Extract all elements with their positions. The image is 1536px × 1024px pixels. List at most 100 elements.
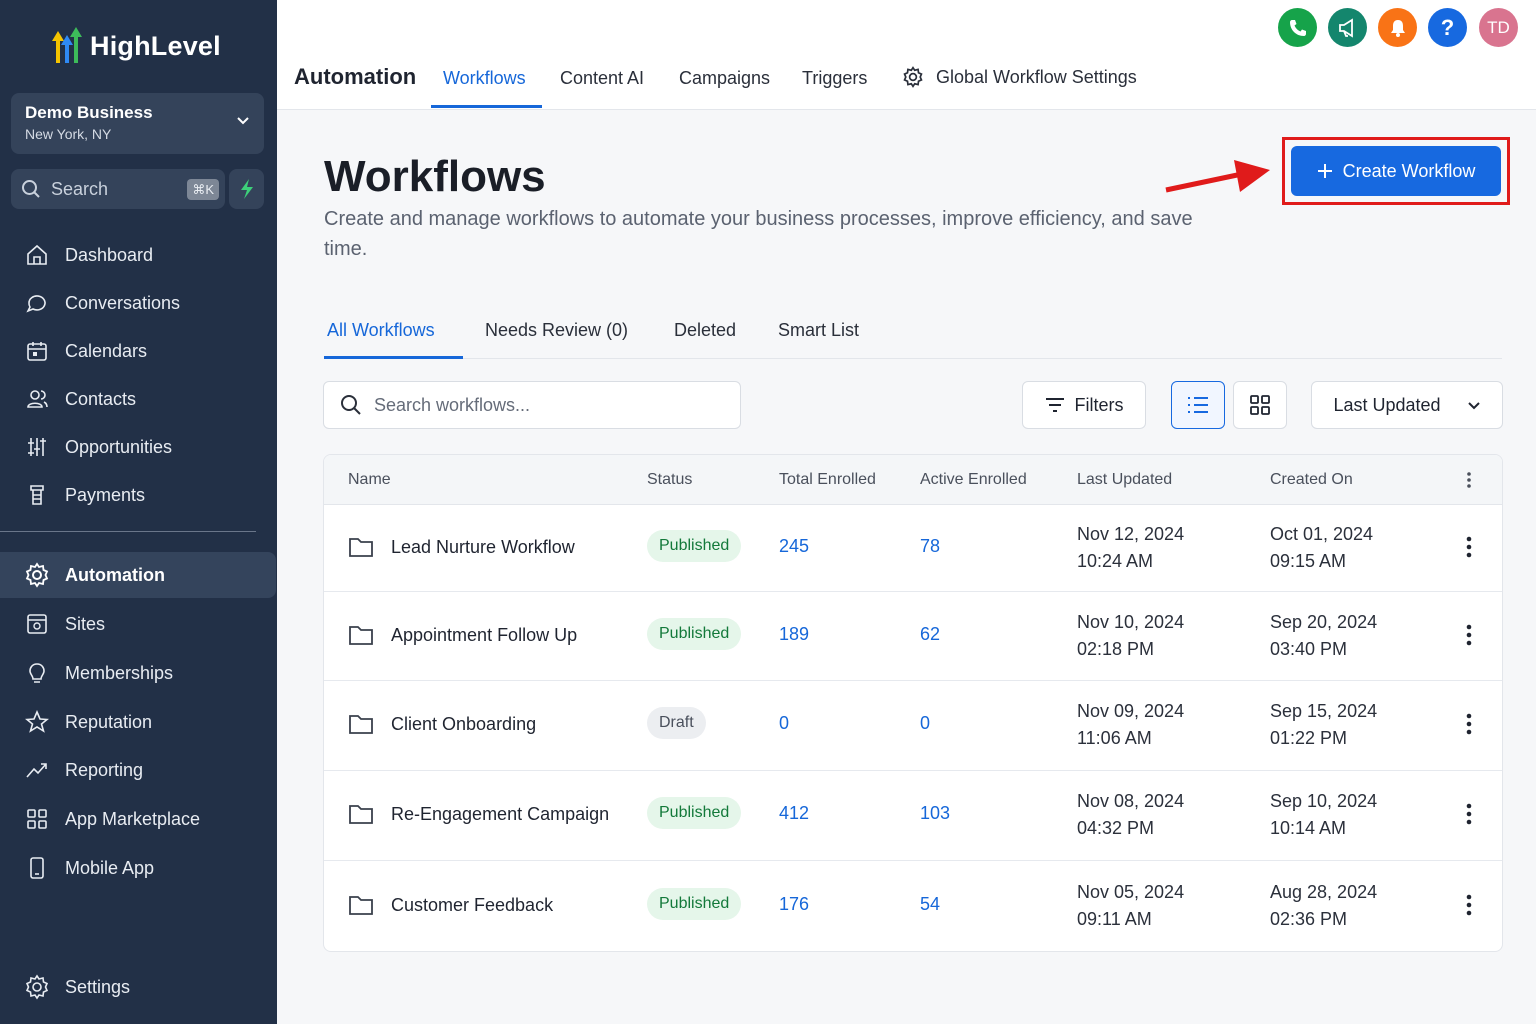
- column-options-icon[interactable]: [1466, 471, 1472, 489]
- sidebar-item-contacts[interactable]: Contacts: [0, 376, 277, 422]
- workflow-name-cell[interactable]: Re-Engagement Campaign: [348, 803, 609, 825]
- phone-icon: [24, 855, 50, 881]
- sidebar-item-opportunities[interactable]: Opportunities: [0, 424, 277, 470]
- calendar-icon: [24, 338, 50, 364]
- sidebar-item-reputation[interactable]: Reputation: [0, 699, 277, 745]
- sidebar-item-label: Automation: [65, 564, 165, 585]
- column-header-active-enrolled[interactable]: Active Enrolled: [920, 471, 1027, 489]
- active-enrolled[interactable]: 103: [920, 803, 950, 824]
- subtabs-divider: [324, 358, 1502, 359]
- workflow-search-input[interactable]: Search workflows...: [323, 381, 741, 429]
- active-enrolled[interactable]: 62: [920, 624, 940, 645]
- help-button[interactable]: ?: [1428, 8, 1467, 47]
- tab-deleted[interactable]: Deleted: [674, 320, 736, 341]
- tab-campaigns[interactable]: Campaigns: [679, 68, 770, 89]
- list-view-button[interactable]: [1171, 381, 1225, 429]
- notifications-button[interactable]: [1378, 8, 1417, 47]
- last-updated-time: 02:18 PM: [1077, 639, 1155, 659]
- total-enrolled[interactable]: 245: [779, 536, 809, 557]
- total-enrolled[interactable]: 176: [779, 894, 809, 915]
- sidebar-item-calendars[interactable]: Calendars: [0, 328, 277, 374]
- sidebar-item-reporting[interactable]: Reporting: [0, 747, 277, 793]
- tab-all-workflows[interactable]: All Workflows: [327, 320, 435, 341]
- created-on-cell: Sep 15, 2024 01:22 PM: [1270, 698, 1377, 752]
- sidebar-item-mobile-app[interactable]: Mobile App: [0, 845, 277, 891]
- total-enrolled[interactable]: 189: [779, 624, 809, 645]
- logo-arrows-icon: [52, 27, 82, 63]
- quick-actions-button[interactable]: [229, 169, 264, 209]
- active-enrolled[interactable]: 54: [920, 894, 940, 915]
- last-updated-time: 11:06 AM: [1077, 728, 1152, 748]
- workflow-name-cell[interactable]: Customer Feedback: [348, 894, 553, 916]
- row-actions-icon[interactable]: [1466, 624, 1472, 646]
- sidebar-item-sites[interactable]: Sites: [0, 601, 277, 647]
- tab-global-workflow-settings[interactable]: Global Workflow Settings: [902, 66, 1137, 88]
- row-actions-icon[interactable]: [1466, 894, 1472, 916]
- tab-content-ai[interactable]: Content AI: [560, 68, 644, 89]
- page-title: Workflows: [324, 152, 546, 201]
- active-enrolled[interactable]: 0: [920, 713, 930, 734]
- created-on-cell: Sep 20, 2024 03:40 PM: [1270, 609, 1377, 663]
- workflow-name-cell[interactable]: Lead Nurture Workflow: [348, 536, 575, 558]
- filters-button[interactable]: Filters: [1022, 381, 1146, 429]
- workflow-name-cell[interactable]: Client Onboarding: [348, 713, 536, 735]
- create-workflow-button[interactable]: Create Workflow: [1291, 146, 1501, 196]
- row-actions-icon[interactable]: [1466, 713, 1472, 735]
- business-name: Demo Business: [25, 103, 153, 122]
- chevron-down-icon: [1467, 402, 1480, 410]
- sort-dropdown[interactable]: Last Updated: [1311, 381, 1503, 429]
- sidebar-item-dashboard[interactable]: Dashboard: [0, 232, 277, 278]
- bell-icon: [1390, 19, 1405, 37]
- grid-view-button[interactable]: [1233, 381, 1287, 429]
- created-on-time: 09:15 AM: [1270, 551, 1347, 571]
- last-updated-cell: Nov 09, 2024 11:06 AM: [1077, 698, 1184, 752]
- column-header-status[interactable]: Status: [647, 471, 692, 489]
- grid-icon: [1250, 395, 1270, 415]
- table-row[interactable]: Appointment Follow Up Published 189 62 N…: [324, 592, 1502, 681]
- sidebar-item-settings[interactable]: Settings: [0, 964, 277, 1010]
- user-avatar[interactable]: TD: [1479, 8, 1518, 47]
- tab-triggers[interactable]: Triggers: [802, 68, 867, 89]
- row-actions-icon[interactable]: [1466, 803, 1472, 825]
- settings-gear-icon: [24, 974, 50, 1000]
- sidebar-item-label: Calendars: [65, 340, 148, 361]
- created-on-date: Sep 15, 2024: [1270, 701, 1378, 721]
- table-row[interactable]: Re-Engagement Campaign Published 412 103…: [324, 771, 1502, 861]
- sidebar-item-automation[interactable]: Automation: [0, 552, 276, 598]
- megaphone-icon: [1338, 17, 1353, 38]
- created-on-date: Aug 28, 2024: [1270, 882, 1378, 902]
- column-header-name[interactable]: Name: [348, 471, 391, 489]
- status-badge: Published: [647, 530, 742, 562]
- column-header-created-on[interactable]: Created On: [1270, 471, 1353, 489]
- sidebar-item-memberships[interactable]: Memberships: [0, 650, 277, 696]
- created-on-time: 03:40 PM: [1270, 639, 1348, 659]
- sidebar-item-label: Contacts: [65, 388, 137, 409]
- folder-icon: [349, 896, 373, 915]
- sidebar-item-label: Mobile App: [65, 857, 155, 878]
- sidebar-item-payments[interactable]: Payments: [0, 472, 277, 518]
- table-row[interactable]: Client Onboarding Draft 0 0 Nov 09, 2024…: [324, 681, 1502, 771]
- lightning-icon: [240, 179, 253, 199]
- total-enrolled[interactable]: 412: [779, 803, 809, 824]
- active-enrolled[interactable]: 78: [920, 536, 940, 557]
- sidebar-item-app-marketplace[interactable]: App Marketplace: [0, 796, 277, 842]
- tab-workflows[interactable]: Workflows: [443, 68, 526, 89]
- column-header-last-updated[interactable]: Last Updated: [1077, 471, 1172, 489]
- created-on-time: 01:22 PM: [1270, 728, 1348, 748]
- total-enrolled[interactable]: 0: [779, 713, 789, 734]
- table-row[interactable]: Customer Feedback Published 176 54 Nov 0…: [324, 861, 1502, 951]
- last-updated-time: 04:32 PM: [1077, 818, 1155, 838]
- phone-call-button[interactable]: [1278, 8, 1317, 47]
- tab-smart-list[interactable]: Smart List: [778, 320, 859, 341]
- business-switcher[interactable]: Demo Business New York, NY: [11, 93, 264, 154]
- table-row[interactable]: Lead Nurture Workflow Published 245 78 N…: [324, 505, 1502, 592]
- sidebar-item-conversations[interactable]: Conversations: [0, 280, 277, 326]
- announcements-button[interactable]: [1328, 8, 1367, 47]
- workflow-name-cell[interactable]: Appointment Follow Up: [348, 624, 577, 646]
- tab-needs-review[interactable]: Needs Review (0): [485, 320, 628, 341]
- sidebar-search[interactable]: Search ⌘K: [11, 169, 225, 209]
- brand-logo[interactable]: HighLevel: [48, 26, 221, 66]
- row-actions-icon[interactable]: [1466, 536, 1472, 558]
- column-header-total-enrolled[interactable]: Total Enrolled: [779, 471, 876, 489]
- page-description: Create and manage workflows to automate …: [324, 208, 1193, 260]
